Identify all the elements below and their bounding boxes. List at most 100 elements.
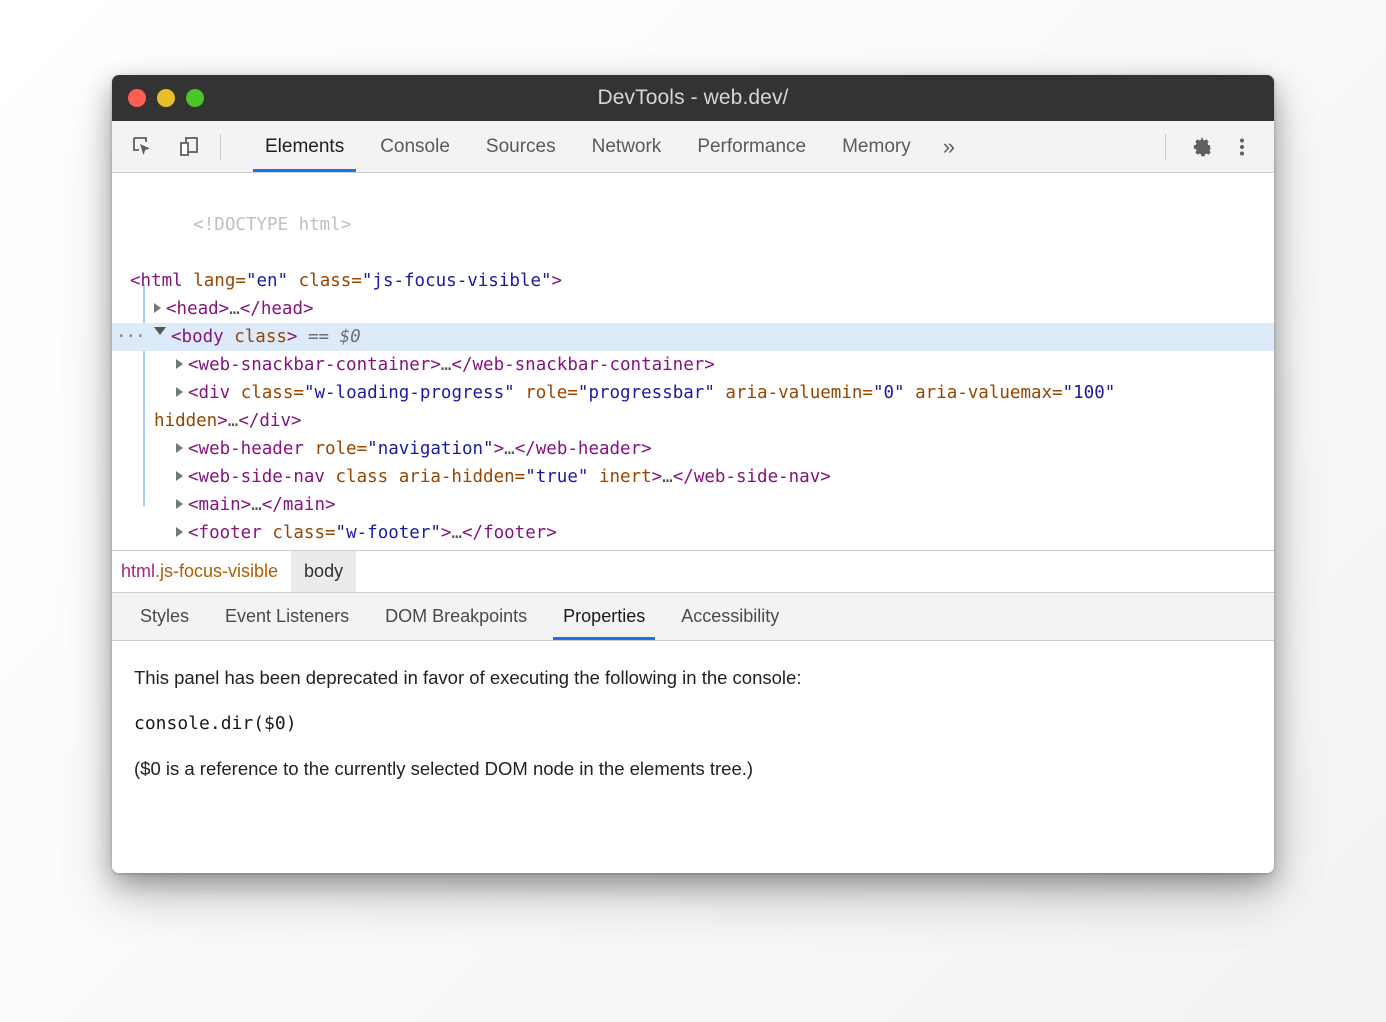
tab-sources[interactable]: Sources <box>468 121 574 172</box>
dom-row-progressbar[interactable]: <div class="w-loading-progress" role="pr… <box>112 379 1274 435</box>
snackbar-close: </web-snackbar-container> <box>451 355 714 375</box>
main-open: <main> <box>188 495 251 515</box>
tab-dom-breakpoints-label: DOM Breakpoints <box>385 606 527 627</box>
div-attr-valuemin: aria-valuemin <box>725 383 862 403</box>
footer-tag-open: <footer <box>188 523 262 543</box>
console-code-snippet[interactable]: console.dir($0) <box>134 713 1252 734</box>
html-attr-class: class <box>299 271 352 291</box>
toolbar-right-divider <box>1165 134 1166 160</box>
breadcrumb-item-body[interactable]: body <box>291 551 356 592</box>
maximize-window-button[interactable] <box>186 89 204 107</box>
breadcrumb-html-tag: html <box>121 561 155 582</box>
webheader-tag-open: <web-header <box>188 439 304 459</box>
tab-event-listeners-label: Event Listeners <box>225 606 349 627</box>
toolbar-left-icons <box>126 121 239 172</box>
device-toolbar-icon[interactable] <box>172 130 206 164</box>
window-title: DevTools - web.dev/ <box>112 86 1274 110</box>
devtools-toolbar: Elements Console Sources Network Perform… <box>112 121 1274 173</box>
gear-icon[interactable] <box>1184 129 1220 165</box>
dom-row-doctype[interactable]: <!DOCTYPE html> <box>112 183 1274 267</box>
footer-tag-gt: > <box>441 523 452 543</box>
dom-row-footer[interactable]: <footer class="w-footer">…</footer> <box>112 519 1274 547</box>
dom-row-web-side-nav[interactable]: <web-side-nav class aria-hidden="true" i… <box>112 463 1274 491</box>
tab-dom-breakpoints[interactable]: DOM Breakpoints <box>367 593 545 640</box>
main-close: </main> <box>262 495 336 515</box>
kebab-menu-icon[interactable] <box>1224 129 1260 165</box>
tab-properties-label: Properties <box>563 606 645 627</box>
expand-triangle-icon[interactable] <box>154 303 161 313</box>
minimize-window-button[interactable] <box>157 89 175 107</box>
devtools-window: DevTools - web.dev/ Elements Console Sou… <box>112 75 1274 873</box>
close-window-button[interactable] <box>128 89 146 107</box>
div-val-role: "progressbar" <box>578 383 715 403</box>
expand-triangle-icon[interactable] <box>176 443 183 453</box>
tab-elements[interactable]: Elements <box>247 121 362 172</box>
breadcrumb-body-tag: body <box>304 561 343 582</box>
div-attr-valuemax: aria-valuemax <box>915 383 1052 403</box>
footer-ellipsis: … <box>451 523 462 543</box>
sidenav-attr-inert: inert <box>599 467 652 487</box>
div-close: </div> <box>238 411 301 431</box>
tab-memory[interactable]: Memory <box>824 121 929 172</box>
webheader-attr-role: role <box>314 439 356 459</box>
div-attr-hidden: hidden <box>154 411 217 431</box>
dom-row-snackbar[interactable]: <web-snackbar-container>…</web-snackbar-… <box>112 351 1274 379</box>
sidenav-tag-open: <web-side-nav <box>188 467 325 487</box>
tab-styles[interactable]: Styles <box>122 593 207 640</box>
dom-row-html-open[interactable]: <html lang="en" class="js-focus-visible"… <box>112 267 1274 295</box>
breadcrumb-html-class: .js-focus-visible <box>155 561 278 582</box>
tab-network-label: Network <box>592 136 662 158</box>
selection-reference-note: ($0 is a reference to the currently sele… <box>134 758 1252 780</box>
expand-triangle-icon[interactable] <box>176 387 183 397</box>
head-ellipsis: … <box>229 299 240 319</box>
expand-triangle-icon[interactable] <box>176 359 183 369</box>
snackbar-open: <web-snackbar-container> <box>188 355 441 375</box>
div-tag-gt: > <box>217 411 228 431</box>
webheader-close: </web-header> <box>515 439 652 459</box>
tab-accessibility-label: Accessibility <box>681 606 779 627</box>
dom-row-main[interactable]: <main>…</main> <box>112 491 1274 519</box>
toolbar-divider <box>220 134 221 160</box>
div-val-valuemax: "100" <box>1063 383 1116 403</box>
traffic-lights <box>112 89 204 107</box>
body-selection-reference: == $0 <box>308 327 361 347</box>
tab-console[interactable]: Console <box>362 121 468 172</box>
div-tag-open: <div <box>188 383 230 403</box>
tab-performance[interactable]: Performance <box>679 121 824 172</box>
html-tag-gt: > <box>552 271 563 291</box>
window-titlebar: DevTools - web.dev/ <box>112 75 1274 121</box>
dom-row-body-close[interactable]: </body> <box>112 547 1274 551</box>
head-open: <head> <box>166 299 229 319</box>
dom-row-head[interactable]: <head>…</head> <box>112 295 1274 323</box>
footer-attr-class: class <box>272 523 325 543</box>
body-tag-open: <body <box>171 327 224 347</box>
tab-properties[interactable]: Properties <box>545 593 663 640</box>
html-val-class: "js-focus-visible" <box>362 271 552 291</box>
div-attr-role: role <box>525 383 567 403</box>
footer-close: </footer> <box>462 523 557 543</box>
tab-sources-label: Sources <box>486 136 556 158</box>
webheader-tag-gt: > <box>494 439 505 459</box>
body-ellipsis-badge[interactable]: ··· <box>116 323 145 351</box>
breadcrumb-item-html[interactable]: html.js-focus-visible <box>112 551 291 592</box>
deprecation-notice: This panel has been deprecated in favor … <box>134 667 1252 689</box>
inspect-cursor-icon[interactable] <box>126 130 160 164</box>
body-tag-gt: > <box>287 327 298 347</box>
tab-performance-label: Performance <box>697 136 806 158</box>
tab-styles-label: Styles <box>140 606 189 627</box>
more-tabs-chevron-icon[interactable]: » <box>929 121 969 172</box>
head-close: </head> <box>240 299 314 319</box>
sidenav-tag-gt: > <box>652 467 663 487</box>
expand-triangle-icon[interactable] <box>176 527 183 537</box>
expand-triangle-icon[interactable] <box>176 499 183 509</box>
sidebar-pane-tabs: Styles Event Listeners DOM Breakpoints P… <box>112 593 1274 641</box>
collapse-triangle-icon[interactable] <box>154 327 166 340</box>
dom-tree-panel[interactable]: <!DOCTYPE html> <html lang="en" class="j… <box>112 173 1274 551</box>
tab-accessibility[interactable]: Accessibility <box>663 593 797 640</box>
dom-row-body-selected[interactable]: ···<body class> == $0 <box>112 323 1274 351</box>
expand-triangle-icon[interactable] <box>176 471 183 481</box>
sidenav-attr-aria-hidden: aria-hidden <box>399 467 515 487</box>
tab-event-listeners[interactable]: Event Listeners <box>207 593 367 640</box>
dom-row-web-header[interactable]: <web-header role="navigation">…</web-hea… <box>112 435 1274 463</box>
tab-network[interactable]: Network <box>574 121 680 172</box>
